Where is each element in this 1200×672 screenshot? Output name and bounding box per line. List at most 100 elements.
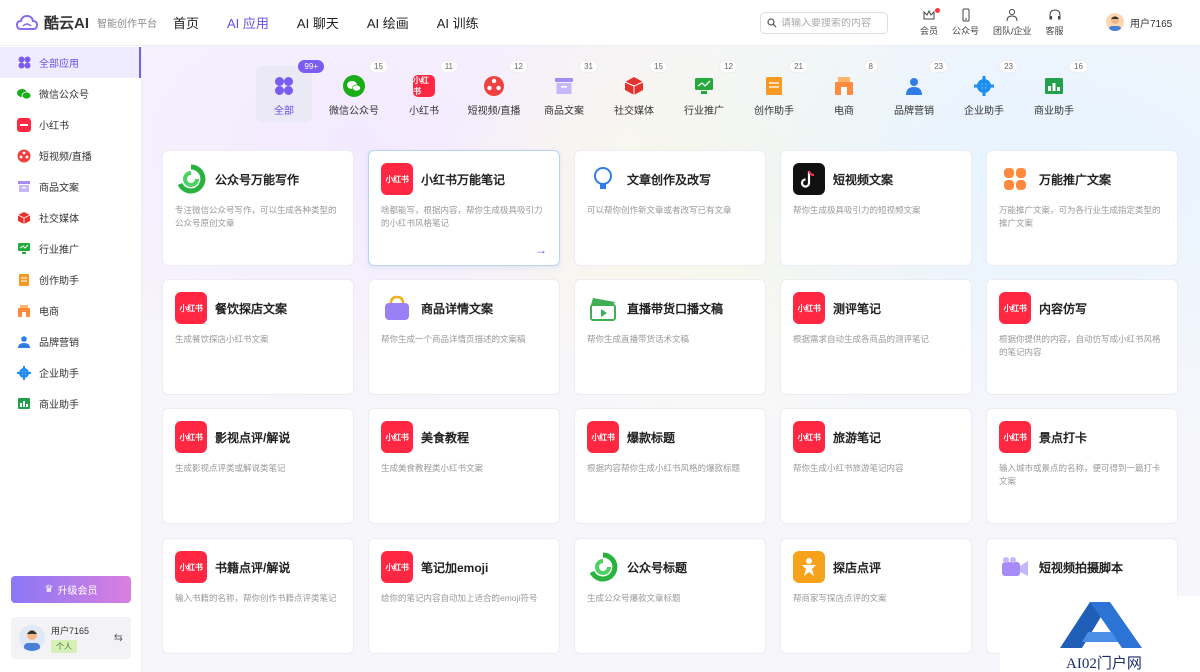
card-desc: 帮你生成小红书旅游笔记内容 bbox=[793, 463, 904, 473]
user-card[interactable]: 用户7165 个人 ⇆ bbox=[11, 617, 131, 659]
sidebar-item-brand[interactable]: 品牌营销 bbox=[0, 326, 141, 357]
xiaohongshu-icon bbox=[17, 117, 31, 132]
nav-ai-draw[interactable]: AI 绘画 bbox=[367, 13, 409, 32]
nav-ai-train[interactable]: AI 训练 bbox=[437, 13, 479, 32]
app-card[interactable]: 小红书 测评笔记 根据需求自动生成各商品的测评笔记 bbox=[780, 279, 972, 395]
grid-icon bbox=[273, 75, 295, 97]
card-title: 小红书万能笔记 bbox=[421, 172, 506, 187]
sidebar-item-label: 品牌营销 bbox=[39, 338, 79, 349]
nav-ai-chat[interactable]: AI 聊天 bbox=[297, 13, 339, 32]
arrow-right-icon[interactable]: → bbox=[535, 243, 547, 257]
camera-icon bbox=[999, 551, 1031, 583]
sidebar-item-label: 行业推广 bbox=[39, 245, 79, 256]
category-business[interactable]: 商业助手 16 bbox=[1026, 60, 1088, 122]
app-card[interactable]: 文章创作及改写 可以帮你创作新文章或者改写已有文章 bbox=[574, 150, 766, 266]
category-social[interactable]: 社交媒体 15 bbox=[606, 60, 668, 122]
app-card[interactable]: 商品详情文案 帮你生成一个商品详情页描述的文案稿 bbox=[368, 279, 560, 395]
app-card[interactable]: 小红书 笔记加emoji 给你的笔记内容自动加上适合的emoji符号 bbox=[368, 538, 560, 654]
card-title: 餐饮探店文案 bbox=[215, 301, 288, 316]
card-desc: 帮商家写探店点评的文案 bbox=[793, 593, 887, 603]
category-industry[interactable]: 行业推广 12 bbox=[676, 60, 738, 122]
category-label: 短视频/直播 bbox=[467, 106, 521, 117]
search-box[interactable] bbox=[760, 12, 888, 34]
support-link[interactable]: 客服 bbox=[1046, 8, 1064, 37]
app-card[interactable]: 小红书 小红书万能笔记 啥都能写，根据内容，帮你生成极具吸引力的小红书风格笔记 … bbox=[368, 150, 560, 266]
app-card[interactable]: 公众号标题 生成公众号爆款文章标题 bbox=[574, 538, 766, 654]
sidebar-item-product[interactable]: 商品文案 bbox=[0, 171, 141, 202]
brand-name: 酷云AI bbox=[44, 15, 90, 32]
app-card[interactable]: 小红书 内容仿写 根据你提供的内容，自动仿写成小红书风格的笔记内容 bbox=[986, 279, 1178, 395]
app-card[interactable]: 小红书 景点打卡 输入城市或景点的名称，便可得到一篇打卡文案 bbox=[986, 408, 1178, 524]
xiaohongshu-icon: 小红书 bbox=[175, 421, 207, 453]
app-card[interactable]: 小红书 旅游笔记 帮你生成小红书旅游笔记内容 bbox=[780, 408, 972, 524]
category-count: 15 bbox=[649, 60, 668, 73]
app-card[interactable]: 小红书 餐饮探店文案 生成餐饮探店小红书文案 bbox=[162, 279, 354, 395]
category-product[interactable]: 商品文案 31 bbox=[536, 60, 598, 122]
category-ecommerce[interactable]: 电商 8 bbox=[816, 60, 878, 122]
chart-icon bbox=[17, 397, 31, 411]
wechat-icon bbox=[343, 75, 365, 97]
card-title: 短视频文案 bbox=[833, 172, 894, 187]
clover-icon bbox=[999, 163, 1031, 195]
sidebar-item-label: 电商 bbox=[39, 307, 59, 318]
sidebar-item-creation[interactable]: 创作助手 bbox=[0, 264, 141, 295]
header-user[interactable]: 用户7165 bbox=[1106, 13, 1172, 31]
app-card[interactable]: 万能推广文案 万能推广文案，可为各行业生成指定类型的推广文案 bbox=[986, 150, 1178, 266]
team-link[interactable]: 团队/企业 bbox=[993, 8, 1032, 37]
user-name: 用户7165 bbox=[51, 625, 90, 636]
crown-icon bbox=[923, 9, 935, 20]
category-brand[interactable]: 品牌营销 23 bbox=[886, 60, 948, 122]
nav-ai-apps[interactable]: AI 应用 bbox=[227, 13, 269, 32]
category-video[interactable]: 短视频/直播 12 bbox=[466, 60, 528, 122]
card-desc: 根据你提供的内容，自动仿写成小红书风格的笔记内容 bbox=[999, 334, 1161, 357]
xiaohongshu-icon: 小红书 bbox=[999, 292, 1031, 324]
official-account-link[interactable]: 公众号 bbox=[952, 8, 979, 37]
card-desc: 输入城市或景点的名称，便可得到一篇打卡文案 bbox=[999, 463, 1161, 486]
category-count: 12 bbox=[509, 60, 528, 73]
category-bar: 全部 99+ 微信公众号 15 小红书 小红书 11 短视频/直播 12 商品文… bbox=[256, 60, 1096, 122]
nav-home[interactable]: 首页 bbox=[173, 13, 199, 32]
sidebar-item-ecommerce[interactable]: 电商 bbox=[0, 295, 141, 326]
sidebar-item-social[interactable]: 社交媒体 bbox=[0, 202, 141, 233]
category-count: 23 bbox=[929, 60, 948, 73]
wechat-ring-icon bbox=[587, 551, 619, 583]
card-desc: 给你的笔记内容自动加上适合的emoji符号 bbox=[381, 593, 538, 603]
watermark-text: AI02门户网 bbox=[1066, 656, 1142, 672]
xiaohongshu-icon: 小红书 bbox=[793, 292, 825, 324]
category-creation[interactable]: 创作助手 21 bbox=[746, 60, 808, 122]
card-title: 文章创作及改写 bbox=[627, 172, 712, 187]
sidebar-item-label: 小红书 bbox=[39, 121, 69, 132]
search-icon bbox=[767, 18, 777, 28]
sidebar-item-all[interactable]: 全部应用 bbox=[0, 47, 141, 78]
logo[interactable]: 酷云AI 智能创作平台 bbox=[15, 12, 161, 33]
sidebar-item-label: 商业助手 bbox=[39, 400, 79, 411]
upgrade-member-button[interactable]: ♛ 升级会员 bbox=[11, 576, 131, 603]
category-enterprise[interactable]: 企业助手 23 bbox=[956, 60, 1018, 122]
sidebar-item-wechat[interactable]: 微信公众号 bbox=[0, 78, 141, 109]
product-icon bbox=[17, 180, 31, 194]
app-card[interactable]: 小红书 书籍点评/解说 输入书籍的名称，帮你创作书籍点评类笔记 bbox=[162, 538, 354, 654]
app-card[interactable]: 小红书 美食教程 生成美食教程类小红书文案 bbox=[368, 408, 560, 524]
sidebar-item-video[interactable]: 短视频/直播 bbox=[0, 140, 141, 171]
cube-icon bbox=[623, 75, 645, 97]
sidebar-item-xiaohongshu[interactable]: 小红书 bbox=[0, 109, 141, 140]
card-title: 测评笔记 bbox=[833, 301, 882, 316]
app-card[interactable]: 探店点评 帮商家写探店点评的文案 bbox=[780, 538, 972, 654]
sidebar-item-enterprise[interactable]: 企业助手 bbox=[0, 357, 141, 388]
app-card[interactable]: 短视频文案 帮你生成极具吸引力的短视频文案 bbox=[780, 150, 972, 266]
app-card[interactable]: 直播带货口播文稿 帮你生成直播带货话术文稿 bbox=[574, 279, 766, 395]
upgrade-label: 升级会员 bbox=[57, 586, 98, 597]
xiaohongshu-icon: 小红书 bbox=[175, 292, 207, 324]
sidebar-item-business[interactable]: 商业助手 bbox=[0, 388, 141, 419]
app-card[interactable]: 小红书 影视点评/解说 生成影视点评类或解说类笔记 bbox=[162, 408, 354, 524]
member-link[interactable]: 会员 bbox=[920, 8, 941, 37]
app-card[interactable]: 小红书 爆款标题 根据内容帮你生成小红书风格的爆款标题 bbox=[574, 408, 766, 524]
switch-account-icon[interactable]: ⇆ bbox=[114, 631, 123, 644]
app-card[interactable]: 公众号万能写作 专注微信公众号写作，可以生成各种类型的公众号原创文章 bbox=[162, 150, 354, 266]
notification-dot bbox=[935, 8, 941, 13]
category-wechat[interactable]: 微信公众号 15 bbox=[326, 60, 388, 122]
search-input[interactable] bbox=[781, 17, 881, 29]
category-xiaohongshu[interactable]: 小红书 小红书 11 bbox=[396, 60, 458, 122]
sidebar-item-industry[interactable]: 行业推广 bbox=[0, 233, 141, 264]
category-all[interactable]: 全部 99+ bbox=[256, 60, 324, 122]
